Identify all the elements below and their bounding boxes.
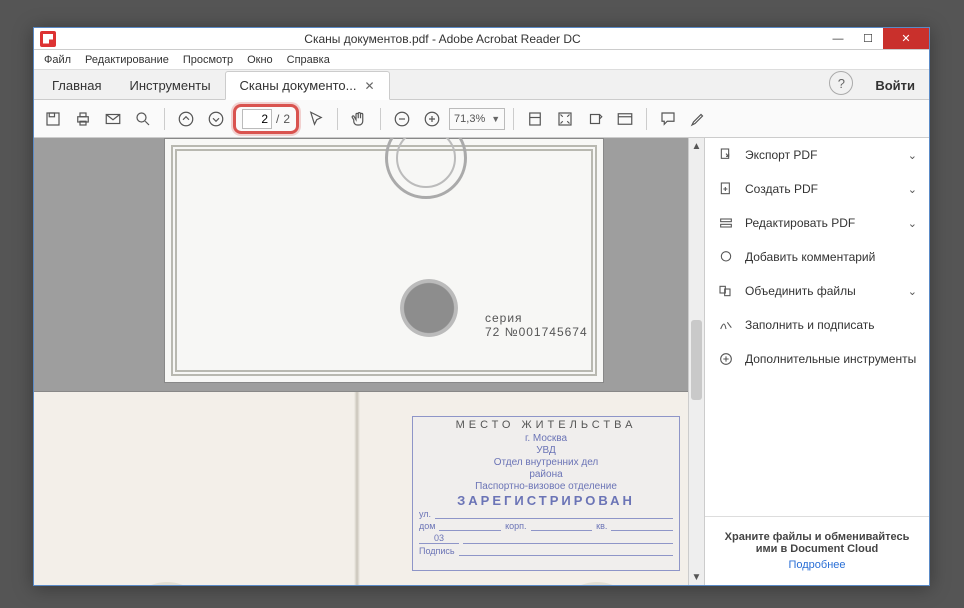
print-icon[interactable] [70, 106, 96, 132]
export-pdf-icon [717, 146, 735, 164]
sidebar-label: Добавить комментарий [745, 250, 875, 264]
minimize-button[interactable]: — [823, 28, 853, 49]
fit-width-icon[interactable] [522, 106, 548, 132]
tools-pane: Экспорт PDF ⌄ Создать PDF ⌄ Редактироват… [704, 138, 929, 585]
create-pdf-icon [717, 180, 735, 198]
titlebar: Сканы документов.pdf - Adobe Acrobat Rea… [34, 28, 929, 50]
scroll-thumb[interactable] [691, 320, 702, 400]
tab-document-label: Сканы документо... [240, 78, 357, 93]
page-up-icon[interactable] [173, 106, 199, 132]
toolbar: / 2 71,3% ▼ [34, 100, 929, 138]
chevron-down-icon: ⌄ [908, 183, 917, 196]
sidebar-label: Редактировать PDF [745, 216, 855, 230]
window-buttons: — ☐ ✕ [823, 28, 929, 49]
login-button[interactable]: Войти [861, 72, 929, 99]
hand-icon[interactable] [346, 106, 372, 132]
sidebar-label: Дополнительные инструменты [745, 352, 916, 366]
zoom-out-icon[interactable] [389, 106, 415, 132]
chevron-down-icon: ⌄ [908, 285, 917, 298]
tab-strip: Главная Инструменты Сканы документо... ✕… [34, 70, 929, 100]
registration-stamp: МЕСТО ЖИТЕЛЬСТВА г. Москва УВД Отдел вну… [412, 416, 680, 571]
zoom-level[interactable]: 71,3% ▼ [449, 108, 505, 130]
menu-help[interactable]: Справка [281, 52, 336, 68]
vertical-scrollbar[interactable]: ▲ ▼ [688, 138, 704, 585]
read-mode-icon[interactable] [612, 106, 638, 132]
cloud-promo-link[interactable]: Подробнее [713, 559, 921, 571]
tab-close-icon[interactable]: ✕ [365, 79, 375, 93]
chevron-down-icon: ▼ [491, 114, 500, 124]
menu-edit[interactable]: Редактирование [79, 52, 175, 68]
page-sep: / [276, 112, 279, 126]
scroll-track[interactable] [689, 154, 704, 569]
tab-home[interactable]: Главная [38, 72, 115, 99]
book-spine [354, 392, 360, 585]
pointer-icon[interactable] [303, 106, 329, 132]
page-indicator: / 2 [233, 104, 299, 134]
app-icon [40, 31, 56, 47]
edit-pdf-icon [717, 214, 735, 232]
comment-bubble-icon [717, 248, 735, 266]
help-button[interactable]: ? [829, 71, 853, 95]
sidebar-label: Заполнить и подписать [745, 318, 875, 332]
sidebar-item-combine[interactable]: Объединить файлы ⌄ [705, 274, 929, 308]
sidebar-item-export[interactable]: Экспорт PDF ⌄ [705, 138, 929, 172]
sidebar-item-more[interactable]: Дополнительные инструменты [705, 342, 929, 376]
search-icon[interactable] [130, 106, 156, 132]
chevron-down-icon: ⌄ [908, 149, 917, 162]
comment-icon[interactable] [655, 106, 681, 132]
page-watermark-right: 5 [554, 582, 640, 585]
page-watermark-left: 4 [124, 582, 210, 585]
combine-files-icon [717, 282, 735, 300]
serial-number: серия 72 №001745674 [485, 311, 603, 339]
tab-tools[interactable]: Инструменты [115, 72, 224, 99]
round-seal-icon [385, 138, 467, 199]
menu-window[interactable]: Окно [241, 52, 279, 68]
maximize-button[interactable]: ☐ [853, 28, 883, 49]
scroll-down-icon[interactable]: ▼ [689, 569, 704, 585]
menu-view[interactable]: Просмотр [177, 52, 239, 68]
document-viewer[interactable]: серия 72 №001745674 4 5 МЕСТО ЖИТЕЛЬСТВА… [34, 138, 688, 585]
menu-file[interactable]: Файл [38, 52, 77, 68]
content-area: серия 72 №001745674 4 5 МЕСТО ЖИТЕЛЬСТВА… [34, 138, 929, 585]
rotate-icon[interactable] [582, 106, 608, 132]
save-icon[interactable] [40, 106, 66, 132]
sidebar-item-sign[interactable]: Заполнить и подписать [705, 308, 929, 342]
sidebar-label: Экспорт PDF [745, 148, 817, 162]
sidebar-item-comment[interactable]: Добавить комментарий [705, 240, 929, 274]
close-button[interactable]: ✕ [883, 28, 929, 49]
mail-icon[interactable] [100, 106, 126, 132]
document-page-bottom: 4 5 МЕСТО ЖИТЕЛЬСТВА г. Москва УВД Отдел… [34, 391, 688, 585]
zoom-in-icon[interactable] [419, 106, 445, 132]
tab-document[interactable]: Сканы документо... ✕ [225, 71, 390, 100]
app-window: Сканы документов.pdf - Adobe Acrobat Rea… [33, 27, 930, 586]
cloud-promo-text: Храните файлы и обменивайтесь ими в Docu… [713, 531, 921, 555]
sidebar-label: Объединить файлы [745, 284, 856, 298]
document-page-top: серия 72 №001745674 [164, 138, 604, 383]
current-page-input[interactable] [242, 109, 272, 129]
page-down-icon[interactable] [203, 106, 229, 132]
scroll-up-icon[interactable]: ▲ [689, 138, 704, 154]
sign-icon [717, 316, 735, 334]
window-title: Сканы документов.pdf - Adobe Acrobat Rea… [62, 32, 823, 46]
sidebar-item-create[interactable]: Создать PDF ⌄ [705, 172, 929, 206]
menubar: Файл Редактирование Просмотр Окно Справк… [34, 50, 929, 70]
sidebar-label: Создать PDF [745, 182, 818, 196]
chevron-down-icon: ⌄ [908, 217, 917, 230]
fit-page-icon[interactable] [552, 106, 578, 132]
cloud-promo: Храните файлы и обменивайтесь ими в Docu… [705, 516, 929, 585]
sidebar-item-edit[interactable]: Редактировать PDF ⌄ [705, 206, 929, 240]
plus-circle-icon [717, 350, 735, 368]
zoom-value: 71,3% [454, 113, 485, 125]
highlight-icon[interactable] [685, 106, 711, 132]
total-pages: 2 [283, 112, 290, 126]
embossed-seal-icon [400, 279, 458, 337]
